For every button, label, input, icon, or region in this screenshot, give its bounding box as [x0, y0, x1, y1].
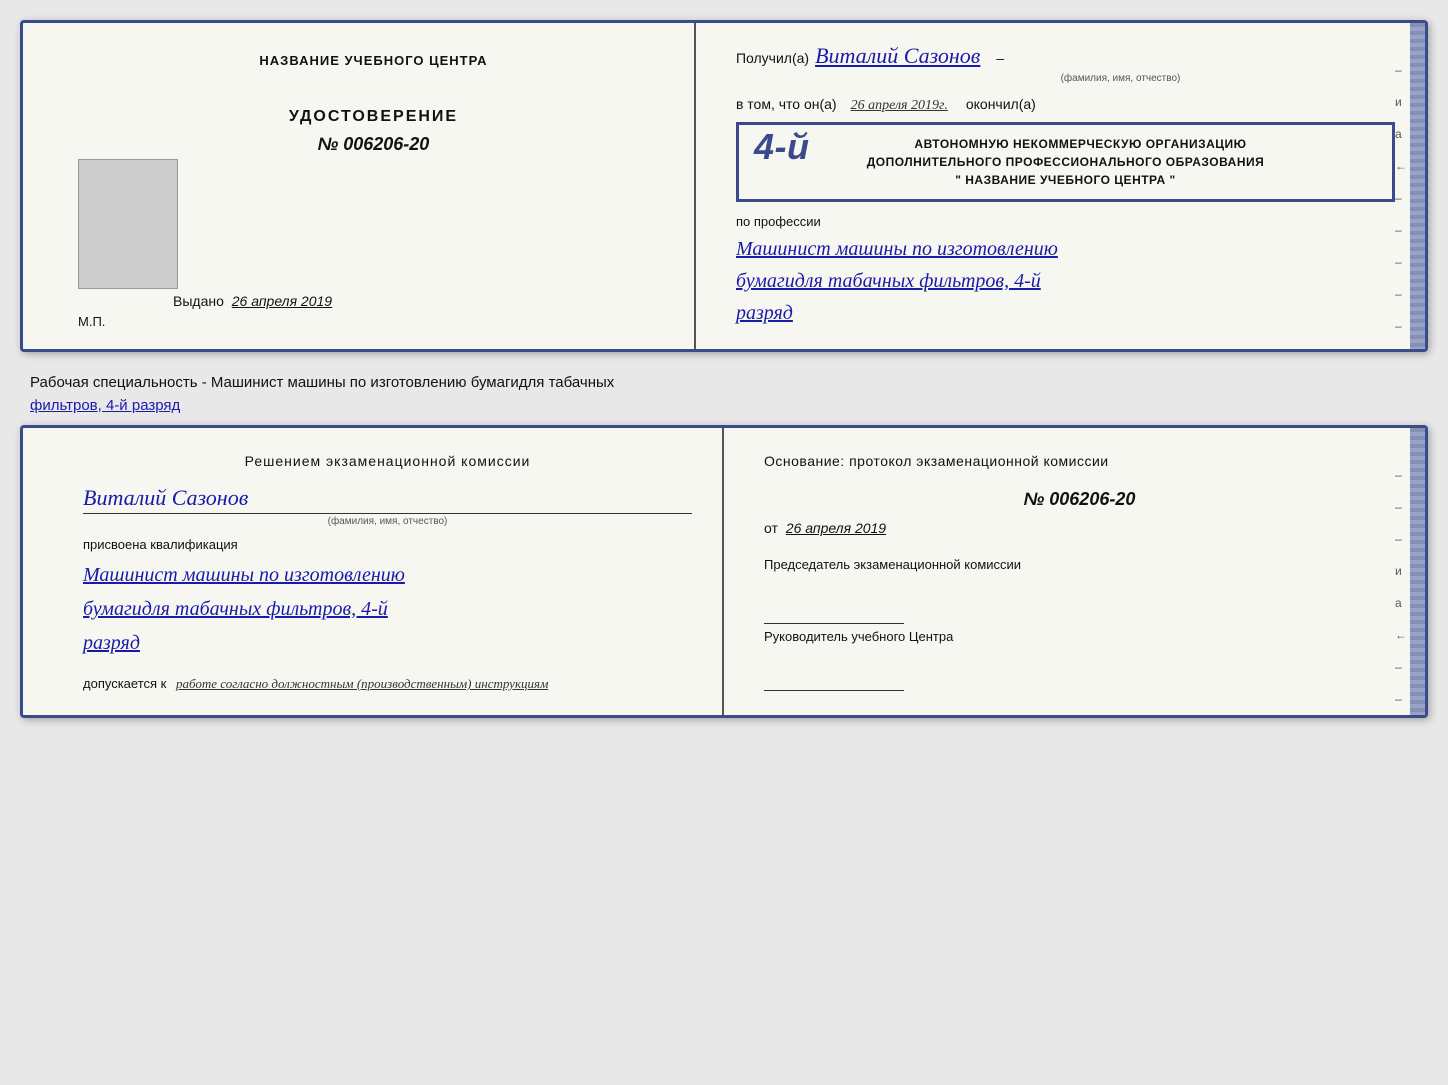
vydano-label: Выдано [173, 293, 224, 309]
mark-7: – [1395, 255, 1407, 269]
vydano-date: 26 апреля 2019 [232, 293, 332, 309]
mark-6: – [1395, 223, 1407, 237]
stamp-box: 4-й АВТОНОМНУЮ НЕКОММЕРЧЕСКУЮ ОРГАНИЗАЦИ… [736, 122, 1395, 202]
bottom-left-page: Решением экзаменационной комиссии Витали… [23, 428, 724, 715]
recipient-name: Виталий Сазонов [815, 43, 980, 69]
bottom-profession-3: разряд [83, 626, 692, 660]
protocol-number: № 006206-20 [764, 489, 1395, 510]
rukov-sign-line [764, 671, 904, 691]
ot-date-val: 26 апреля 2019 [786, 520, 886, 536]
dash-after-name: – [996, 50, 1004, 66]
bmark-8: – [1395, 692, 1407, 706]
bmark-2: – [1395, 500, 1407, 514]
vydano-line: Выдано 26 апреля 2019 [173, 293, 664, 309]
osnov-title: Основание: протокол экзаменационной коми… [764, 453, 1395, 469]
top-diploma: НАЗВАНИЕ УЧЕБНОГО ЦЕНТРА УДОСТОВЕРЕНИЕ №… [20, 20, 1428, 352]
profession-line2: бумагидля табачных фильтров, 4-й [736, 265, 1395, 297]
bottom-profession-2: бумагидля табачных фильтров, 4-й [83, 592, 692, 626]
main-container: НАЗВАНИЕ УЧЕБНОГО ЦЕНТРА УДОСТОВЕРЕНИЕ №… [20, 20, 1428, 718]
po-professii-label: по профессии [736, 214, 1395, 229]
vtom-date: 26 апреля 2019г. [851, 98, 948, 114]
decision-title: Решением экзаменационной комиссии [83, 453, 692, 469]
mark-9: – [1395, 319, 1407, 333]
ot-label: от [764, 520, 778, 536]
mark-1: – [1395, 63, 1407, 77]
right-side-marks: – и а ← – – – – – [1395, 63, 1407, 333]
mark-4: ← [1395, 159, 1407, 173]
okonchil-label: окончил(а) [966, 96, 1036, 112]
specialty-prefix: Рабочая специальность - Машинист машины … [30, 374, 614, 391]
stamp-line2: ДОПОЛНИТЕЛЬНОГО ПРОФЕССИОНАЛЬНОГО ОБРАЗО… [759, 153, 1372, 171]
stamp-line3: " НАЗВАНИЕ УЧЕБНОГО ЦЕНТРА " [759, 171, 1372, 189]
mark-2: и [1395, 95, 1407, 109]
diploma-right-page: – и а ← – – – – – Получил(а) Виталий Саз… [696, 23, 1425, 349]
chairman-label: Председатель экзаменационной комиссии [764, 556, 1395, 574]
bmark-6: ← [1395, 628, 1407, 642]
bottom-diploma: Решением экзаменационной комиссии Витали… [20, 425, 1428, 718]
bmark-5: а [1395, 596, 1407, 610]
bottom-profession-1: Машинист машины по изготовлению [83, 558, 692, 592]
profession-line1: Машинист машины по изготовлению [736, 233, 1395, 265]
bmark-4: и [1395, 564, 1407, 578]
chairman-sign-line [764, 604, 904, 624]
spine-right [1410, 23, 1425, 349]
specialty-underlined: фильтров, 4-й разряд [30, 397, 180, 414]
photo-placeholder [78, 159, 178, 289]
vtom-line: в том, что он(а) 26 апреля 2019г. окончи… [736, 96, 1395, 114]
bmark-1: – [1395, 468, 1407, 482]
udostoverenie-title: УДОСТОВЕРЕНИЕ [289, 108, 458, 126]
center-title: НАЗВАНИЕ УЧЕБНОГО ЦЕНТРА [259, 53, 487, 68]
mark-8: – [1395, 287, 1407, 301]
bmark-3: – [1395, 532, 1407, 546]
vtom-label: в том, что он(а) [736, 96, 837, 112]
bottom-spine-right [1410, 428, 1425, 715]
stamp-line1: АВТОНОМНУЮ НЕКОММЕРЧЕСКУЮ ОРГАНИЗАЦИЮ [789, 135, 1372, 153]
mark-5: – [1395, 191, 1407, 205]
mark-3: а [1395, 127, 1407, 141]
присвоена-label: присвоена квалификация [83, 537, 692, 552]
bottom-fio-label: (фамилия, имя, отчество) [83, 516, 692, 527]
fio-label: (фамилия, имя, отчество) [846, 73, 1395, 84]
bottom-right-marks: – – – и а ← – – – – [1395, 468, 1407, 718]
ot-date-row: от 26 апреля 2019 [764, 520, 1395, 536]
допускается-label: допускается к [83, 676, 166, 691]
допускается-val: работе согласно должностным (производств… [176, 676, 548, 691]
bmark-7: – [1395, 660, 1407, 674]
stamp-number: 4-й [754, 120, 810, 174]
допускается-row: допускается к работе согласно должностны… [83, 676, 692, 692]
poluchil-label: Получил(а) [736, 50, 809, 66]
profession-line3: разряд [736, 297, 1395, 329]
udostoverenie-number: № 006206-20 [318, 134, 430, 155]
diploma-left-page: НАЗВАНИЕ УЧЕБНОГО ЦЕНТРА УДОСТОВЕРЕНИЕ №… [23, 23, 696, 349]
bottom-right-page: – – – и а ← – – – – Основание: протокол … [724, 428, 1425, 715]
bottom-name: Виталий Сазонов [83, 485, 692, 514]
mp-label: М.П. [78, 314, 105, 329]
specialty-text: Рабочая специальность - Машинист машины … [20, 364, 1428, 425]
rukov-label: Руководитель учебного Центра [764, 628, 1395, 646]
recipient-line: Получил(а) Виталий Сазонов – [736, 43, 1395, 69]
